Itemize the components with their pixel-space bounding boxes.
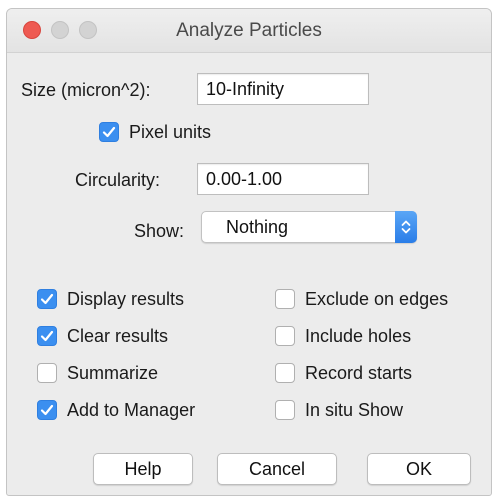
circularity-input[interactable]: 0.00-1.00 <box>197 163 369 195</box>
pixel-units-checkbox[interactable] <box>99 122 119 142</box>
add-to-manager-label: Add to Manager <box>67 400 196 420</box>
checkmark-icon <box>40 293 54 305</box>
in-situ-show-label: In situ Show <box>305 400 404 420</box>
circularity-label: Circularity: <box>75 170 161 190</box>
size-input[interactable]: 10-Infinity <box>197 73 369 105</box>
window-title: Analyze Particles <box>176 20 322 41</box>
include-holes-checkbox[interactable] <box>275 326 295 346</box>
exclude-on-edges-checkbox[interactable] <box>275 289 295 309</box>
summarize-checkbox[interactable] <box>37 363 57 383</box>
pixel-units-label: Pixel units <box>129 122 212 142</box>
show-select[interactable]: Nothing <box>201 211 417 243</box>
checkmark-icon <box>102 126 116 138</box>
include-holes-label: Include holes <box>305 326 412 346</box>
display-results-checkbox[interactable] <box>37 289 57 309</box>
size-label: Size (micron^2): <box>21 80 151 100</box>
record-starts-checkbox[interactable] <box>275 363 295 383</box>
show-label: Show: <box>134 221 185 241</box>
clear-results-label: Clear results <box>67 326 169 346</box>
help-button[interactable]: Help <box>93 453 193 485</box>
select-arrows-icon <box>395 211 417 243</box>
ok-button[interactable]: OK <box>367 453 471 485</box>
cancel-button[interactable]: Cancel <box>217 453 337 485</box>
add-to-manager-checkbox[interactable] <box>37 400 57 420</box>
record-starts-label: Record starts <box>305 363 413 383</box>
checkmark-icon <box>40 404 54 416</box>
exclude-on-edges-label: Exclude on edges <box>305 289 449 309</box>
in-situ-show-checkbox[interactable] <box>275 400 295 420</box>
summarize-label: Summarize <box>67 363 159 383</box>
title-bar[interactable]: Analyze Particles <box>7 9 491 53</box>
display-results-label: Display results <box>67 289 185 309</box>
analyze-particles-dialog: Analyze Particles Size (micron^2): 10-In… <box>6 8 492 496</box>
checkmark-icon <box>40 330 54 342</box>
clear-results-checkbox[interactable] <box>37 326 57 346</box>
show-select-value: Nothing <box>226 217 289 237</box>
